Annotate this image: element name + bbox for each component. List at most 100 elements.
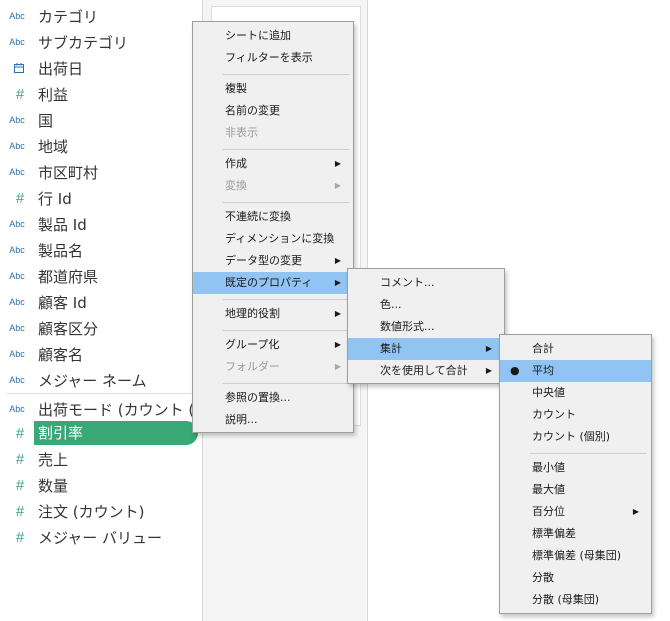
menu-item[interactable]: 次を使用して合計 ▶	[348, 360, 504, 382]
submenu-arrow-icon: ▶	[334, 278, 341, 287]
field-item[interactable]: # 行 Id	[0, 185, 202, 211]
menu-item[interactable]: カウント (個別)	[500, 426, 651, 448]
field-name: 注文 (カウント)	[38, 502, 145, 521]
menu-item[interactable]: ● 平均	[500, 360, 651, 382]
field-item[interactable]: Abc メジャー ネーム	[0, 367, 202, 393]
aggregation-submenu: 合計 ● 平均中央値カウント カウント (個別) 最小値最大値 百分位 ▶ 標準偏差標準偏差 …	[499, 334, 652, 614]
menu-item-label: 集計	[380, 342, 402, 355]
menu-item[interactable]: ディメンションに変換	[193, 228, 353, 250]
menu-separator	[223, 201, 349, 203]
menu-item-label: 分散 (母集団)	[532, 593, 600, 606]
menu-item[interactable]: 標準偏差	[500, 523, 651, 545]
menu-item[interactable]: データ型の変更 ▶	[193, 250, 353, 272]
submenu-arrow-icon: ▶	[485, 366, 492, 375]
field-item[interactable]: Abc 顧客名	[0, 341, 202, 367]
measure-icon: #	[15, 476, 25, 494]
menu-item[interactable]: カウント	[500, 404, 651, 426]
menu-item[interactable]: 最小値	[500, 457, 651, 479]
field-item[interactable]: # メジャー バリュー	[0, 524, 202, 550]
submenu-arrow-icon: ▶	[334, 159, 341, 168]
menu-item-label: シートに追加	[225, 29, 291, 42]
menu-item-label: ディメンションに変換	[225, 232, 335, 245]
field-item[interactable]: # 数量	[0, 472, 202, 498]
menu-item[interactable]: 複製	[193, 78, 353, 100]
menu-item-label: 非表示	[225, 126, 258, 139]
dimension-abc-icon: Abc	[9, 37, 25, 47]
menu-item: 非表示	[193, 122, 353, 144]
field-name: カテゴリ	[38, 7, 99, 26]
menu-item[interactable]: 分散	[500, 567, 651, 589]
menu-item-label: 百分位	[532, 505, 565, 518]
field-item[interactable]: # 売上	[0, 446, 202, 472]
field-context-menu: シートに追加フィルターを表示複製名前の変更非表示作成 ▶ 変換 ▶ 不連続に変換ディメン…	[192, 21, 354, 433]
menu-item[interactable]: グループ化 ▶	[193, 334, 353, 356]
menu-item[interactable]: 作成 ▶	[193, 153, 353, 175]
default-properties-submenu: コメント... 色... 数値形式... 集計 ▶ 次を使用して合計 ▶	[347, 268, 505, 384]
field-item[interactable]: Abc 顧客 Id	[0, 289, 202, 315]
menu-item-label: 最小値	[532, 461, 565, 474]
measure-icon: #	[15, 85, 25, 103]
menu-item-label: 地理的役割	[225, 307, 280, 320]
menu-item[interactable]: フィルターを表示	[193, 47, 353, 69]
menu-item-label: フィルターを表示	[225, 51, 313, 64]
field-item[interactable]: 出荷日	[0, 55, 202, 81]
field-item[interactable]: Abc 製品名	[0, 237, 202, 263]
field-item[interactable]: # 利益	[0, 81, 202, 107]
menu-item: フォルダー ▶	[193, 356, 353, 378]
menu-item-label: 不連続に変換	[225, 210, 291, 223]
menu-item[interactable]: 百分位 ▶	[500, 501, 651, 523]
dimension-abc-icon: Abc	[9, 349, 25, 359]
field-item[interactable]: # 割引率	[0, 420, 202, 446]
field-item[interactable]: Abc 都道府県	[0, 263, 202, 289]
dimension-abc-icon: Abc	[9, 11, 25, 21]
menu-item[interactable]: 分散 (母集団)	[500, 589, 651, 611]
menu-item[interactable]: 数値形式...	[348, 316, 504, 338]
menu-item[interactable]: 色...	[348, 294, 504, 316]
field-item[interactable]: # 注文 (カウント)	[0, 498, 202, 524]
menu-separator	[223, 148, 349, 150]
menu-item[interactable]: 標準偏差 (母集団)	[500, 545, 651, 567]
menu-item[interactable]: 説明...	[193, 409, 353, 431]
submenu-arrow-icon: ▶	[334, 340, 341, 349]
menu-item[interactable]: 不連続に変換	[193, 206, 353, 228]
menu-separator	[223, 298, 349, 300]
menu-item[interactable]: 参照の置換...	[193, 387, 353, 409]
menu-item[interactable]: 中央値	[500, 382, 651, 404]
menu-item[interactable]: 最大値	[500, 479, 651, 501]
menu-item[interactable]: シートに追加	[193, 25, 353, 47]
field-item[interactable]: Abc 国	[0, 107, 202, 133]
field-item[interactable]: Abc 市区町村	[0, 159, 202, 185]
field-item[interactable]: Abc 製品 Id	[0, 211, 202, 237]
field-name: 市区町村	[38, 163, 99, 182]
menu-item-label: 標準偏差	[532, 527, 576, 540]
menu-item[interactable]: 既定のプロパティ ▶	[193, 272, 353, 294]
field-item[interactable]: Abc 地域	[0, 133, 202, 159]
menu-item[interactable]: コメント...	[348, 272, 504, 294]
field-item[interactable]: Abc 顧客区分	[0, 315, 202, 341]
field-name: 数量	[38, 476, 69, 495]
field-name: 都道府県	[38, 267, 99, 286]
field-name: メジャー バリュー	[38, 528, 163, 547]
field-name: 売上	[38, 450, 69, 469]
menu-item-label: 中央値	[532, 386, 565, 399]
field-item[interactable]: Abc サブカテゴリ	[0, 29, 202, 55]
menu-item-label: 合計	[532, 342, 554, 355]
field-name: 割引率	[34, 421, 198, 445]
field-name: 製品 Id	[38, 215, 87, 234]
menu-item[interactable]: 地理的役割 ▶	[193, 303, 353, 325]
field-name: メジャー ネーム	[38, 371, 147, 390]
menu-item[interactable]: 集計 ▶	[348, 338, 504, 360]
menu-item-label: 名前の変更	[225, 104, 280, 117]
menu-item: 変換 ▶	[193, 175, 353, 197]
field-item[interactable]: Abc カテゴリ	[0, 3, 202, 29]
menu-item-label: 色...	[380, 298, 402, 311]
menu-item[interactable]: 合計	[500, 338, 651, 360]
dimension-abc-icon: Abc	[9, 297, 25, 307]
field-name: 顧客名	[38, 345, 84, 364]
menu-item[interactable]: 名前の変更	[193, 100, 353, 122]
field-item[interactable]: Abc 出荷モード (カウント (…	[0, 396, 202, 422]
submenu-arrow-icon: ▶	[334, 309, 341, 318]
submenu-arrow-icon: ▶	[334, 181, 341, 190]
measure-icon: #	[15, 528, 25, 546]
field-name: 出荷日	[38, 59, 84, 78]
